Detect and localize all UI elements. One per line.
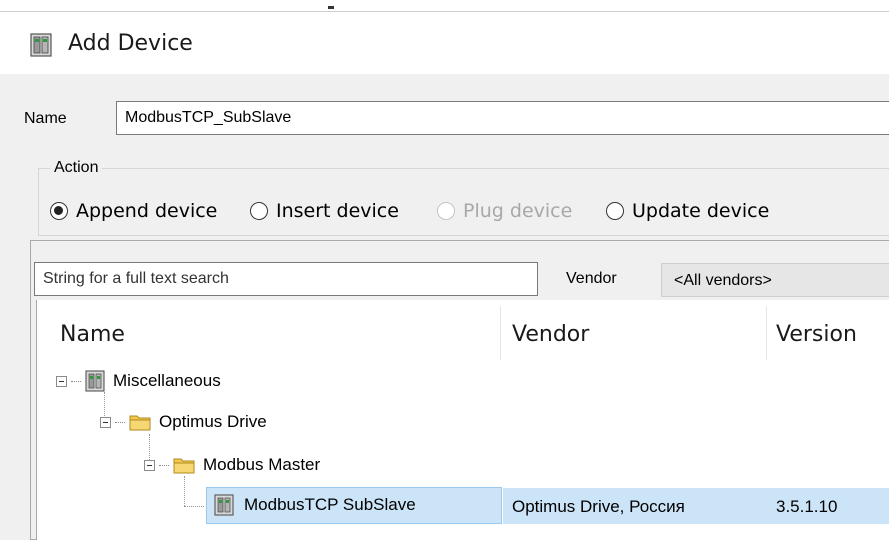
collapse-icon[interactable] (100, 416, 111, 428)
action-legend: Action (50, 159, 103, 177)
radio-unchecked-icon (250, 202, 268, 220)
tree-node-modbustcp-subslave[interactable]: ModbusTCP SubSlave (214, 494, 416, 516)
plug-device-label: Plug device (463, 200, 573, 222)
folder-icon (129, 413, 151, 431)
tree-node-modbus-master[interactable]: Modbus Master (144, 455, 320, 475)
tree-node-label: ModbusTCP SubSlave (244, 495, 416, 514)
collapse-icon[interactable] (144, 459, 155, 471)
tree-node-label: Miscellaneous (113, 371, 221, 390)
dialog-title: Add Device (68, 31, 193, 56)
name-label: Name (24, 110, 67, 127)
tree-connector (184, 476, 185, 506)
tree-connector (159, 464, 169, 466)
update-device-radio[interactable]: Update device (606, 200, 769, 222)
column-separator[interactable] (500, 306, 501, 360)
tree-node-label: Modbus Master (203, 455, 321, 474)
column-header-vendor[interactable]: Vendor (512, 322, 589, 347)
tree-node-optimus-drive[interactable]: Optimus Drive (100, 412, 267, 432)
vendor-select-value: <All vendors> (674, 272, 772, 289)
tree-connector (184, 506, 204, 507)
collapse-icon[interactable] (56, 375, 67, 387)
tree-node-label: Optimus Drive (159, 412, 267, 431)
search-input[interactable] (34, 262, 538, 296)
plug-device-radio: Plug device (437, 200, 572, 222)
column-header-version[interactable]: Version (776, 322, 857, 347)
device-icon (85, 370, 105, 392)
device-icon (214, 494, 234, 516)
tree-node-miscellaneous[interactable]: Miscellaneous (56, 370, 221, 392)
radio-disabled-icon (437, 202, 455, 220)
insert-device-label: Insert device (276, 200, 399, 222)
tree-connector (71, 380, 81, 382)
top-edge-mark (328, 6, 334, 9)
column-separator[interactable] (766, 306, 767, 360)
vendor-select[interactable]: <All vendors> (661, 263, 889, 297)
tree-connector (115, 421, 125, 423)
folder-icon (173, 456, 195, 474)
version-cell: 3.5.1.10 (776, 497, 838, 516)
name-input[interactable] (116, 101, 889, 135)
insert-device-radio[interactable]: Insert device (250, 200, 399, 222)
radio-unchecked-icon (606, 202, 624, 220)
vendor-cell: Optimus Drive, Россия (512, 497, 685, 516)
append-device-radio[interactable]: Append device (50, 200, 217, 222)
radio-checked-icon (50, 202, 68, 220)
update-device-label: Update device (632, 200, 770, 222)
window-top-edge (0, 0, 889, 12)
column-header-name[interactable]: Name (60, 322, 125, 347)
device-icon (30, 33, 52, 62)
append-device-label: Append device (76, 200, 218, 222)
vendor-label: Vendor (566, 270, 617, 287)
